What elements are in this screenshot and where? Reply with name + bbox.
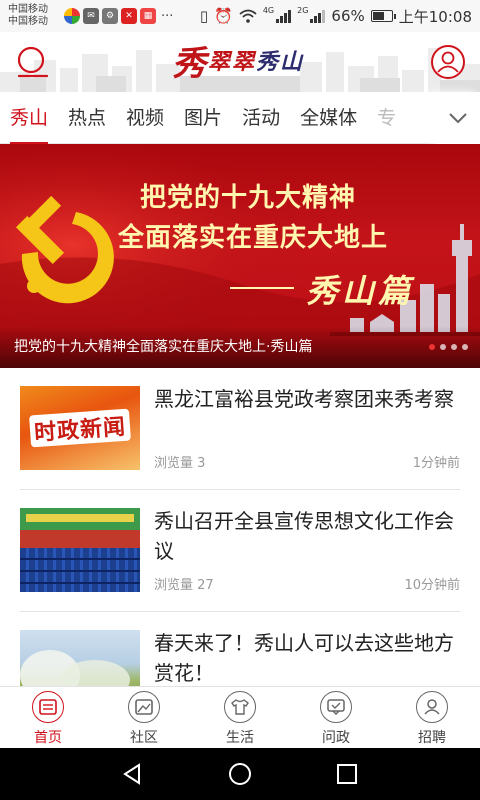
more-tabs-button[interactable] xyxy=(436,92,480,144)
banner-headline-3: 秀山篇 xyxy=(306,272,415,310)
news-title: 黑龙江富裕县党政考察团来秀考察 xyxy=(154,387,454,411)
carousel-dot xyxy=(440,344,446,350)
politics-icon xyxy=(320,691,352,723)
nav-community[interactable]: 社区 xyxy=(96,687,192,748)
banner-caption: 把党的十九大精神全面落实在重庆大地上·秀山篇 xyxy=(0,326,480,368)
nav-label: 社区 xyxy=(130,730,158,746)
back-icon[interactable] xyxy=(121,762,145,786)
view-count-label: 浏览量 xyxy=(154,578,194,593)
logo-mark: 秀 xyxy=(172,43,206,84)
banner-headline-2: 全面落实在重庆大地上 xyxy=(118,223,389,253)
nav-label: 招聘 xyxy=(418,730,446,746)
list-item[interactable]: 春天来了！秀山人可以去这些地方赏花！ xyxy=(20,612,460,686)
battery-percent: 66% xyxy=(331,7,365,25)
news-time: 10分钟前 xyxy=(404,578,460,593)
network-type-1: 4G xyxy=(262,5,275,15)
view-count: 浏览量 3 xyxy=(154,452,205,471)
news-thumbnail xyxy=(20,508,140,592)
news-title: 春天来了！秀山人可以去这些地方赏花！ xyxy=(154,631,454,685)
app-logo: 秀 翠翠秀山 xyxy=(172,36,304,84)
clock: 上午10:08 xyxy=(398,7,472,26)
home-button-icon[interactable] xyxy=(228,762,252,786)
news-time: 1分钟前 xyxy=(412,456,460,471)
alarm-icon: ⏰ xyxy=(214,7,233,25)
app-notification-icon: ⚙ xyxy=(102,8,118,24)
community-icon xyxy=(128,691,160,723)
carrier-2: 中国移动 xyxy=(8,16,48,27)
nav-home[interactable]: 首页 xyxy=(0,687,96,748)
app-notification-icon xyxy=(64,8,80,24)
carousel-dot xyxy=(462,344,468,350)
tab-xiushan[interactable]: 秀山 xyxy=(0,92,58,144)
carousel-dot xyxy=(429,344,435,350)
app-notification-icon: ✕ xyxy=(121,8,137,24)
wifi-icon xyxy=(239,9,257,23)
signal-icon xyxy=(310,9,326,23)
tab-activities[interactable]: 活动 xyxy=(232,92,290,144)
status-bar: 中国移动 中国移动 ✉ ⚙ ✕ ▦ ··· ▯ ⏰ 4G 2G 66% 上午10… xyxy=(0,0,480,32)
home-icon xyxy=(32,691,64,723)
carrier-1: 中国移动 xyxy=(8,4,48,15)
tab-partial[interactable]: 专 xyxy=(367,92,406,144)
category-tabs: 秀山 热点 视频 图片 活动 全媒体 专 xyxy=(0,92,480,144)
banner-dash xyxy=(230,287,294,289)
tab-hot[interactable]: 热点 xyxy=(58,92,116,144)
nav-politics[interactable]: 问政 xyxy=(288,687,384,748)
tab-pictures[interactable]: 图片 xyxy=(174,92,232,144)
tab-video[interactable]: 视频 xyxy=(116,92,174,144)
vibrate-icon: ▯ xyxy=(199,7,209,25)
recruit-icon xyxy=(416,691,448,723)
app-notification-icon: ▦ xyxy=(140,8,156,24)
system-navigation-bar xyxy=(0,748,480,800)
news-thumbnail: 时政新闻 xyxy=(20,386,140,470)
nav-recruit[interactable]: 招聘 xyxy=(384,687,480,748)
logo-text-2: 秀山 xyxy=(256,49,305,75)
user-profile-icon[interactable] xyxy=(430,44,466,80)
nav-life[interactable]: 生活 xyxy=(192,687,288,748)
search-icon[interactable] xyxy=(14,44,52,82)
nav-label: 问政 xyxy=(322,730,350,746)
logo-text: 翠翠秀山 xyxy=(208,44,304,76)
banner-carousel[interactable]: 把党的十九大精神 全面落实在重庆大地上 秀山篇 把党的十九大精神全面落实在重庆大… xyxy=(0,144,480,368)
news-list: 时政新闻 黑龙江富裕县党政考察团来秀考察 浏览量 3 1分钟前 秀山召开全县宣传… xyxy=(0,368,480,686)
more-notifications-icon: ··· xyxy=(161,8,174,24)
list-item[interactable]: 秀山召开全县宣传思想文化工作会议 浏览量 27 10分钟前 xyxy=(20,490,460,612)
view-count: 浏览量 27 xyxy=(154,574,214,593)
network-type-2: 2G xyxy=(297,5,309,15)
notification-icons: ✉ ⚙ ✕ ▦ ··· xyxy=(64,8,173,24)
list-item[interactable]: 时政新闻 黑龙江富裕县党政考察团来秀考察 浏览量 3 1分钟前 xyxy=(20,368,460,490)
bottom-navigation: 首页 社区 生活 问政 招聘 xyxy=(0,686,480,748)
chevron-down-icon xyxy=(449,113,467,124)
view-count-label: 浏览量 xyxy=(154,456,194,471)
life-icon xyxy=(224,691,256,723)
signal-icon xyxy=(276,9,292,23)
tab-all-media[interactable]: 全媒体 xyxy=(290,92,367,144)
nav-label: 生活 xyxy=(226,730,254,746)
carousel-dot xyxy=(451,344,457,350)
app-header: 秀 翠翠秀山 xyxy=(0,32,480,92)
recents-icon[interactable] xyxy=(335,762,359,786)
carrier-info: 中国移动 中国移动 xyxy=(8,4,60,28)
banner-headline-1: 把党的十九大精神 xyxy=(140,183,357,213)
logo-text-1: 翠翠 xyxy=(208,49,257,75)
view-count-value: 27 xyxy=(197,578,214,593)
thumbnail-label: 时政新闻 xyxy=(33,414,127,447)
app-notification-icon: ✉ xyxy=(83,8,99,24)
battery-icon xyxy=(370,10,396,22)
carousel-indicator xyxy=(429,344,468,350)
news-title: 秀山召开全县宣传思想文化工作会议 xyxy=(154,509,454,563)
news-thumbnail xyxy=(20,630,140,686)
nav-label: 首页 xyxy=(34,730,62,746)
view-count-value: 3 xyxy=(197,456,206,471)
